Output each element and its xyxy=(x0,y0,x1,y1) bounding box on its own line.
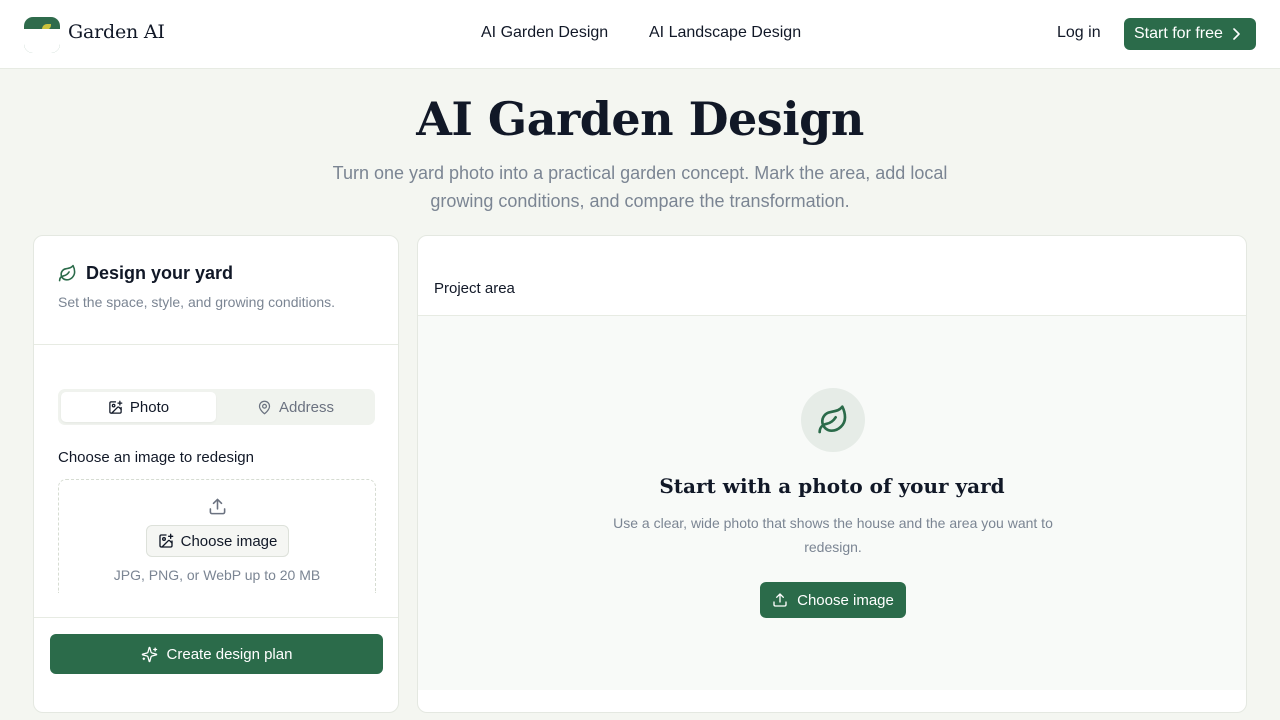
choose-image-button[interactable]: Choose image xyxy=(146,525,289,557)
design-your-yard-panel: Design your yard Set the space, style, a… xyxy=(33,235,399,713)
image-plus-icon xyxy=(158,533,173,548)
project-area-label: Project area xyxy=(434,280,515,297)
project-area-panel: Project area Start with a photo of your … xyxy=(417,235,1247,713)
nav-link-ai-garden-design[interactable]: AI Garden Design xyxy=(481,24,608,42)
login-link[interactable]: Log in xyxy=(1057,24,1101,42)
create-design-plan-button[interactable]: Create design plan xyxy=(50,634,383,674)
divider xyxy=(34,344,398,345)
image-dropzone[interactable]: Choose image JPG, PNG, or WebP up to 20 … xyxy=(58,479,376,593)
chevron-right-icon xyxy=(1233,28,1240,40)
panel-title: Design your yard xyxy=(86,263,234,283)
empty-state-subtitle: Use a clear, wide photo that shows the h… xyxy=(613,515,1053,555)
leaf-icon xyxy=(58,264,76,282)
empty-state-title: Start with a photo of your yard xyxy=(659,474,1005,498)
panel-subtitle: Set the space, style, and growing condit… xyxy=(58,294,336,310)
top-navigation-bar: Garden AI AI Garden Design AI Landscape … xyxy=(0,0,1280,69)
project-empty-state: Start with a photo of your yard Use a cl… xyxy=(418,316,1246,690)
tab-photo[interactable]: Photo xyxy=(61,392,216,422)
start-for-free-label: Start for free xyxy=(1134,25,1223,42)
map-pin-icon xyxy=(258,400,271,414)
leaf-logo-icon[interactable] xyxy=(24,17,60,53)
image-plus-icon xyxy=(109,400,123,414)
nav-link-ai-landscape-design[interactable]: AI Landscape Design xyxy=(649,24,801,42)
choose-image-primary-button[interactable]: Choose image xyxy=(760,582,906,618)
source-tabs: Photo Address xyxy=(58,389,375,425)
start-for-free-button[interactable]: Start for free xyxy=(1124,18,1256,50)
page-subtitle: Turn one yard photo into a practical gar… xyxy=(332,163,948,211)
create-design-plan-label: Create design plan xyxy=(166,645,293,663)
sparkles-icon xyxy=(141,646,157,662)
tab-address[interactable]: Address xyxy=(218,392,373,422)
tab-photo-label: Photo xyxy=(129,398,170,416)
empty-state-badge xyxy=(801,388,865,452)
upload-icon xyxy=(773,593,787,607)
page-title: AI Garden Design xyxy=(416,92,864,146)
divider xyxy=(34,617,398,618)
leaf-icon xyxy=(818,405,847,434)
brand-name[interactable]: Garden AI xyxy=(68,21,165,43)
choose-image-primary-label: Choose image xyxy=(797,591,894,609)
upload-icon xyxy=(209,498,226,515)
upload-label: Choose an image to redesign xyxy=(58,449,254,466)
file-type-hint: JPG, PNG, or WebP up to 20 MB xyxy=(113,567,321,583)
tab-address-label: Address xyxy=(278,398,335,416)
choose-image-label: Choose image xyxy=(180,532,278,550)
